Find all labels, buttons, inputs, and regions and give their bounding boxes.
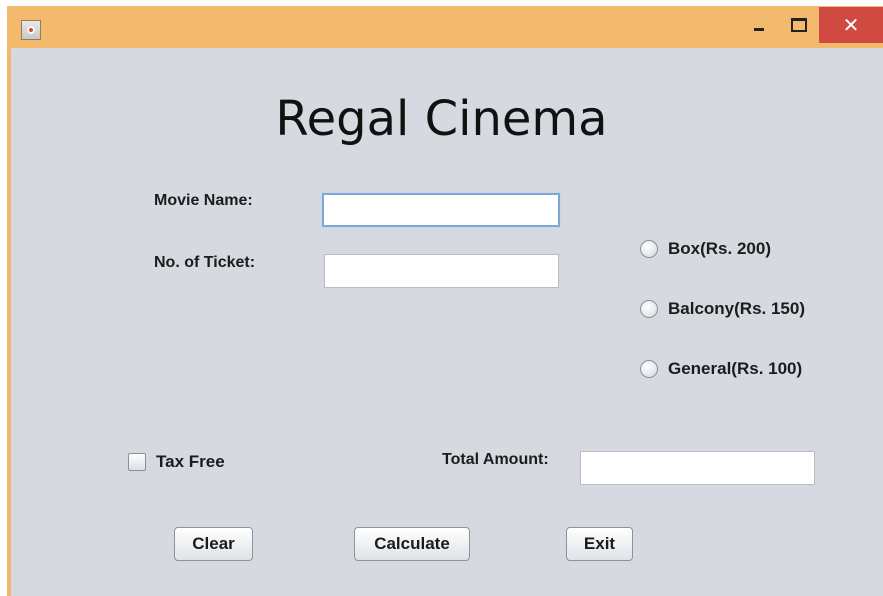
tax-free-checkbox[interactable]: Tax Free	[128, 452, 225, 472]
clear-button[interactable]: Clear	[174, 527, 253, 561]
calculate-button[interactable]: Calculate	[354, 527, 470, 561]
radio-balcony-label: Balcony(Rs. 150)	[668, 299, 805, 318]
close-icon: ✕	[842, 14, 860, 37]
radio-box[interactable]: Box(Rs. 200)	[640, 239, 771, 259]
movie-name-input[interactable]	[322, 193, 560, 227]
radio-button-icon[interactable]	[640, 360, 658, 378]
total-amount-label: Total Amount:	[442, 451, 549, 468]
radio-balcony[interactable]: Balcony(Rs. 150)	[640, 299, 805, 319]
radio-general-label: General(Rs. 100)	[668, 359, 803, 378]
radio-general[interactable]: General(Rs. 100)	[640, 359, 802, 379]
title-bar[interactable]: ✕	[7, 6, 883, 54]
radio-button-icon[interactable]	[640, 300, 658, 318]
radio-button-icon[interactable]	[640, 240, 658, 258]
minimize-icon	[754, 27, 764, 31]
radio-box-label: Box(Rs. 200)	[668, 239, 771, 258]
tickets-input[interactable]	[324, 254, 559, 288]
total-amount-field[interactable]	[580, 451, 815, 485]
maximize-icon	[791, 18, 807, 32]
tickets-label: No. of Ticket:	[154, 254, 256, 271]
java-app-icon[interactable]	[21, 20, 41, 40]
tax-free-label: Tax Free	[156, 452, 225, 471]
close-button[interactable]: ✕	[819, 7, 883, 43]
minimize-button[interactable]	[739, 7, 779, 43]
exit-button[interactable]: Exit	[566, 527, 633, 561]
checkbox-icon[interactable]	[128, 453, 146, 471]
maximize-button[interactable]	[779, 7, 819, 43]
page-title: Regal Cinema	[275, 91, 608, 147]
movie-name-label: Movie Name:	[154, 192, 253, 209]
